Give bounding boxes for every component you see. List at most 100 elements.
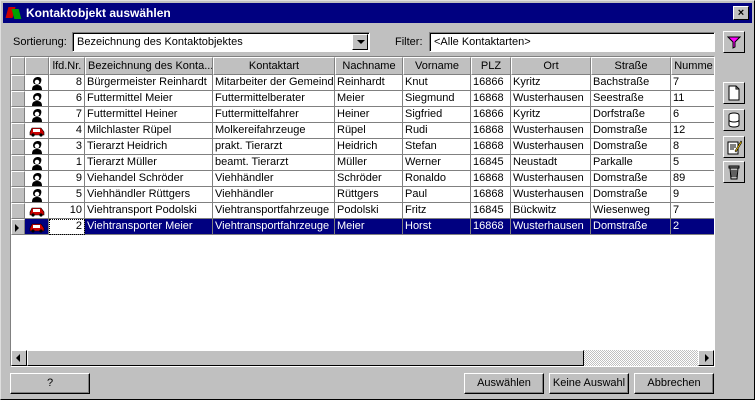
select-button[interactable]: Auswählen	[464, 373, 544, 394]
filter-field[interactable]: <Alle Kontaktarten>	[429, 32, 715, 52]
person-icon	[25, 187, 49, 203]
cell-ort: Wusterhausen	[511, 91, 591, 107]
cell-strasse: Domstraße	[591, 123, 671, 139]
cell-plz: 16866	[471, 75, 511, 91]
new-document-icon	[728, 85, 740, 101]
cell-nummer: 9	[671, 187, 714, 203]
table-row[interactable]: 8 Bürgermeister Reinhardt Mitarbeiter der …	[11, 75, 714, 91]
header-bezeichnung[interactable]: Bezeichnung des Konta...	[85, 57, 213, 75]
table-row[interactable]: 7 Futtermittel Heiner Futtermittelfahrer He…	[11, 107, 714, 123]
sort-combobox[interactable]: Bezeichnung des Kontaktobjektes	[72, 32, 370, 52]
row-indicator[interactable]	[11, 107, 25, 123]
row-indicator[interactable]	[11, 171, 25, 187]
scroll-left-button[interactable]	[11, 350, 27, 366]
row-indicator[interactable]	[11, 139, 25, 155]
header-vorname[interactable]: Vorname	[403, 57, 471, 75]
cell-lfd-nr: 4	[49, 123, 85, 139]
cell-kontaktart: Futtermittelfahrer	[213, 107, 335, 123]
cell-plz: 16866	[471, 107, 511, 123]
header-nummer[interactable]: Numme	[671, 57, 714, 75]
person-icon	[25, 171, 49, 187]
cell-nummer: 7	[671, 203, 714, 219]
scroll-right-button[interactable]	[698, 350, 714, 366]
header-type	[25, 57, 49, 75]
database-button[interactable]	[723, 109, 745, 131]
cell-nachname: Heiner	[335, 107, 403, 123]
database-icon	[728, 112, 740, 128]
cell-vorname: Stefan	[403, 139, 471, 155]
cell-plz: 16868	[471, 91, 511, 107]
cell-ort: Bückwitz	[511, 203, 591, 219]
cell-bezeichnung: Futtermittel Meier	[85, 91, 213, 107]
cell-bezeichnung: Bürgermeister Reinhardt	[85, 75, 213, 91]
cancel-button[interactable]: Abbrechen	[634, 373, 714, 394]
cell-lfd-nr: 9	[49, 171, 85, 187]
dialog-window: Kontaktobjekt auswählen × Sortierung: Be…	[0, 0, 755, 400]
header-kontaktart[interactable]: Kontaktart	[213, 57, 335, 75]
horizontal-scrollbar[interactable]	[11, 350, 714, 366]
cell-kontaktart: Viehtransportfahrzeuge	[213, 219, 335, 235]
filter-button[interactable]	[723, 31, 745, 53]
filter-label: Filter:	[395, 36, 423, 48]
cell-nummer: 6	[671, 107, 714, 123]
cell-ort: Kyritz	[511, 75, 591, 91]
table-row[interactable]: 2 Viehtransporter Meier Viehtransportfahrz…	[11, 219, 714, 235]
scroll-thumb[interactable]	[27, 350, 584, 366]
cell-ort: Wusterhausen	[511, 171, 591, 187]
person-icon	[25, 91, 49, 107]
row-indicator[interactable]	[11, 219, 25, 235]
cell-vorname: Fritz	[403, 203, 471, 219]
row-indicator[interactable]	[11, 75, 25, 91]
cell-plz: 16868	[471, 187, 511, 203]
row-indicator[interactable]	[11, 91, 25, 107]
edit-button[interactable]	[723, 136, 745, 158]
cell-ort: Wusterhausen	[511, 139, 591, 155]
table-row[interactable]: 9 Viehandel Schröder Viehhändler Schröder Ro…	[11, 171, 714, 187]
cell-nachname: Müller	[335, 155, 403, 171]
table-row[interactable]: 3 Tierarzt Heidrich prakt. Tierarzt Heidric…	[11, 139, 714, 155]
cell-strasse: Domstraße	[591, 219, 671, 235]
header-plz[interactable]: PLZ	[471, 57, 511, 75]
header-ort[interactable]: Ort	[511, 57, 591, 75]
cell-bezeichnung: Viehtransport Podolski	[85, 203, 213, 219]
delete-button[interactable]	[723, 161, 745, 183]
cell-nummer: 12	[671, 123, 714, 139]
cell-strasse: Parkalle	[591, 155, 671, 171]
table-row[interactable]: 5 Viehhändler Rüttgers Viehhändler Rüttgers…	[11, 187, 714, 203]
cell-kontaktart: Viehhändler	[213, 187, 335, 203]
current-row-arrow-icon	[15, 224, 19, 232]
cell-nachname: Schröder	[335, 171, 403, 187]
header-strasse[interactable]: Straße	[591, 57, 671, 75]
table-row[interactable]: 4 Milchlaster Rüpel Molkereifahrzeuge Rüpel…	[11, 123, 714, 139]
close-button[interactable]: ×	[733, 6, 749, 20]
cell-nummer: 11	[671, 91, 714, 107]
no-selection-button[interactable]: Keine Auswahl	[549, 373, 629, 394]
cell-strasse: Domstraße	[591, 139, 671, 155]
table-header: lfd.Nr. Bezeichnung des Konta... Kontakt…	[11, 57, 714, 75]
title-bar[interactable]: Kontaktobjekt auswählen ×	[3, 3, 752, 23]
cell-vorname: Horst	[403, 219, 471, 235]
cell-vorname: Rudi	[403, 123, 471, 139]
cell-bezeichnung: Viehandel Schröder	[85, 171, 213, 187]
cell-bezeichnung: Tierarzt Müller	[85, 155, 213, 171]
table-row[interactable]: 1 Tierarzt Müller beamt. Tierarzt Müller Wer…	[11, 155, 714, 171]
window-title: Kontaktobjekt auswählen	[26, 6, 171, 20]
cell-nachname: Reinhardt	[335, 75, 403, 91]
header-lfd-nr[interactable]: lfd.Nr.	[49, 57, 85, 75]
table-row[interactable]: 10 Viehtransport Podolski Viehtransportfah…	[11, 203, 714, 219]
row-indicator[interactable]	[11, 203, 25, 219]
edit-icon	[727, 140, 742, 155]
help-button[interactable]: ?	[10, 373, 90, 394]
cell-ort: Kyritz	[511, 107, 591, 123]
row-indicator[interactable]	[11, 187, 25, 203]
row-indicator[interactable]	[11, 123, 25, 139]
cell-nachname: Rüttgers	[335, 187, 403, 203]
header-nachname[interactable]: Nachname	[335, 57, 403, 75]
chevron-down-icon[interactable]	[352, 34, 368, 50]
row-indicator[interactable]	[11, 155, 25, 171]
table-row[interactable]: 6 Futtermittel Meier Futtermittelberater Me…	[11, 91, 714, 107]
app-icon	[5, 5, 22, 21]
sort-value: Bezeichnung des Kontaktobjektes	[77, 36, 243, 48]
new-button[interactable]	[723, 82, 745, 104]
cell-nachname: Rüpel	[335, 123, 403, 139]
